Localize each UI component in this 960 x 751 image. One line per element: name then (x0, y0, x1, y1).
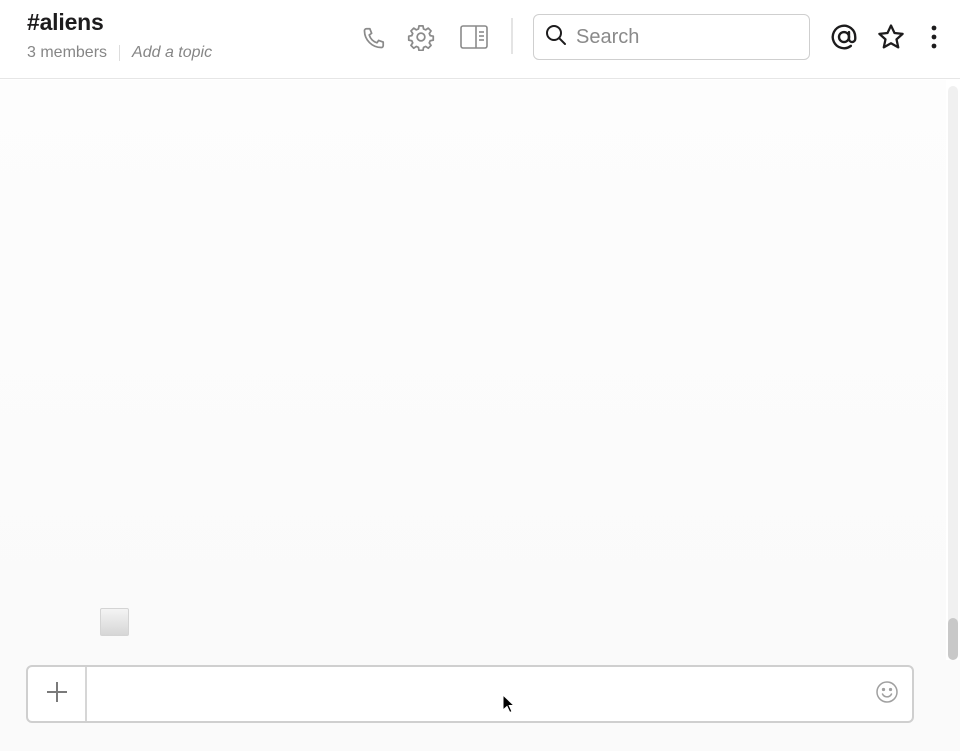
app-window: #aliens 3 members Add a topic (0, 0, 960, 751)
message-input[interactable] (90, 675, 860, 713)
channel-meta: 3 members Add a topic (27, 43, 212, 63)
message-composer (26, 665, 914, 723)
star-icon[interactable] (874, 20, 908, 54)
meta-divider (119, 45, 121, 61)
emoji-button[interactable] (874, 680, 900, 709)
search-box[interactable] (533, 14, 810, 60)
scrollbar-track[interactable] (948, 86, 958, 656)
loading-placeholder (100, 608, 129, 636)
scrollbar-thumb[interactable] (948, 618, 958, 660)
attach-button[interactable] (28, 667, 87, 721)
search-input[interactable] (576, 25, 796, 49)
at-mentions-icon[interactable] (826, 20, 862, 54)
header-divider (511, 18, 513, 54)
channel-title[interactable]: #aliens (27, 9, 104, 36)
more-icon[interactable] (922, 20, 946, 54)
channel-header: #aliens 3 members Add a topic (0, 0, 960, 79)
details-panel-icon[interactable] (458, 22, 490, 52)
search-icon (544, 23, 568, 52)
message-list (0, 80, 946, 660)
member-count[interactable]: 3 members (27, 44, 107, 62)
phone-icon[interactable] (358, 22, 390, 54)
emoji-icon (875, 680, 899, 709)
gear-icon[interactable] (404, 20, 438, 54)
add-topic-link[interactable]: Add a topic (132, 44, 212, 62)
plus-icon (45, 680, 69, 709)
